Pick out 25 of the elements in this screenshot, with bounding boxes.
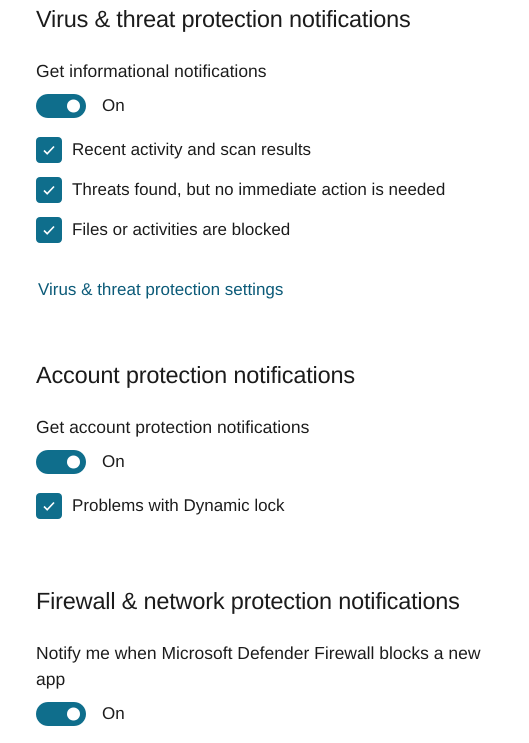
- checkbox-label: Recent activity and scan results: [72, 140, 312, 160]
- section-heading: Account protection notifications: [36, 362, 355, 389]
- checkbox[interactable]: [36, 493, 62, 519]
- section-heading: Firewall & network protection notifications: [36, 588, 460, 615]
- setting-description: Get informational notifications: [36, 60, 267, 83]
- setting-description: Get account protection notifications: [36, 416, 310, 439]
- toggle-label: On: [102, 704, 125, 724]
- section-heading: Virus & threat protection notifications: [36, 6, 410, 33]
- checkmark-icon: [42, 143, 56, 157]
- checkbox[interactable]: [36, 177, 62, 203]
- toggle-switch[interactable]: [36, 702, 86, 726]
- checkbox[interactable]: [36, 137, 62, 163]
- checkbox-label: Files or activities are blocked: [72, 220, 290, 240]
- settings-link[interactable]: Virus & threat protection settings: [38, 280, 284, 300]
- toggle-label: On: [102, 96, 125, 116]
- toggle-switch[interactable]: [36, 94, 86, 118]
- checkbox-label: Threats found, but no immediate action is needed: [72, 180, 446, 200]
- toggle-switch[interactable]: [36, 450, 86, 474]
- toggle-label: On: [102, 452, 125, 472]
- checkbox-label: Problems with Dynamic lock: [72, 496, 285, 516]
- checkmark-icon: [42, 223, 56, 237]
- checkbox[interactable]: [36, 217, 62, 243]
- checkmark-icon: [42, 499, 56, 513]
- checkmark-icon: [42, 183, 56, 197]
- setting-description: Notify me when Microsoft Defender Firewall blocks a new app: [36, 642, 482, 691]
